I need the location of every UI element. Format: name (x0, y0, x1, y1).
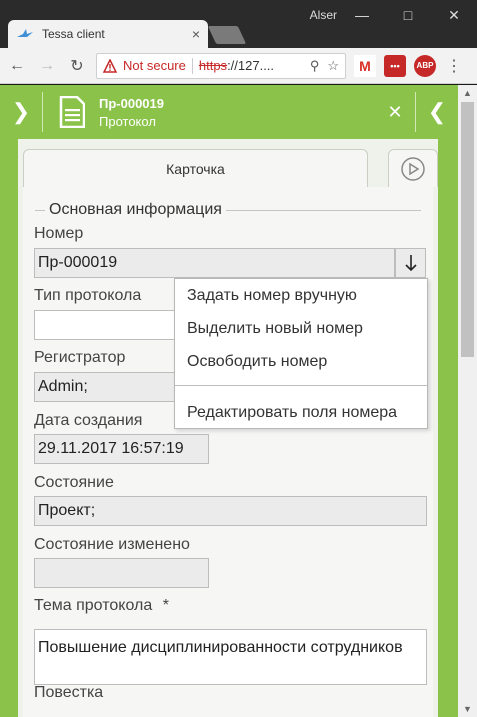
header-divider (42, 92, 43, 132)
card-tabs: Карточка (23, 149, 454, 187)
window-user-name[interactable]: Alser (310, 8, 337, 22)
url-separator (191, 57, 193, 74)
topic-field[interactable]: Повышение дисциплинированности сотрудник… (34, 629, 427, 685)
extension-icon[interactable]: ••• (384, 54, 406, 77)
tab-close-icon[interactable]: × (192, 26, 200, 42)
document-icon (59, 96, 85, 128)
adblock-icon[interactable]: ABP (414, 54, 436, 77)
url-host: ://127.... (227, 58, 275, 73)
menu-divider (175, 385, 427, 386)
number-label: Номер (34, 225, 84, 242)
state-label: Состояние (34, 474, 114, 491)
scrollbar-thumb[interactable] (461, 102, 474, 357)
expand-right-panel-icon[interactable]: ❮ (416, 85, 458, 139)
minimize-icon[interactable]: — (339, 0, 385, 30)
forward-icon[interactable]: → (34, 53, 60, 79)
menu-item-release-number[interactable]: Освободить номер (187, 353, 327, 371)
zoom-icon[interactable]: ⚲ (310, 58, 320, 74)
scroll-down-arrow-icon[interactable]: ▼ (458, 701, 477, 717)
topic-label: Тема протокола * (34, 597, 169, 615)
card-header: ❯ Пр-000019 Протокол ✕ ❮ (0, 85, 458, 139)
back-icon[interactable]: ← (4, 53, 30, 79)
state-field[interactable]: Проект; (34, 496, 427, 526)
agenda-label: Повестка (34, 684, 104, 701)
protocol-type-label: Тип протокола (34, 287, 142, 304)
not-secure-label: Not secure (123, 58, 186, 73)
registrar-label: Регистратор (34, 349, 126, 366)
card-number: Пр-000019 (99, 95, 164, 111)
number-field[interactable]: Пр-000019 (34, 248, 395, 278)
url-input[interactable]: Not secure https ://127.... ⚲ ☆ (96, 52, 346, 79)
topic-label-text: Тема протокола (34, 597, 153, 614)
reload-icon[interactable]: ↻ (64, 53, 90, 79)
state-changed-label: Состояние изменено (34, 536, 190, 553)
maximize-icon[interactable]: □ (385, 0, 431, 30)
section-main-info: Основная информация (35, 201, 421, 219)
created-field[interactable]: 29.11.2017 16:57:19 (34, 434, 209, 464)
gmail-icon[interactable]: M (354, 54, 376, 77)
scroll-up-arrow-icon[interactable]: ▲ (458, 85, 477, 101)
required-mark: * (162, 597, 169, 614)
warning-icon (103, 58, 117, 73)
browser-menu-icon[interactable]: ⋮ (446, 56, 462, 76)
number-actions-menu: Задать номер вручную Выделить новый номе… (174, 278, 428, 429)
tab-title: Tessa client (42, 27, 105, 41)
play-icon (401, 156, 425, 181)
address-bar: ← → ↻ Not secure https ://127.... ⚲ ☆ M … (0, 48, 477, 84)
browser-tab[interactable]: Tessa client × (8, 20, 208, 48)
created-label: Дата создания (34, 412, 143, 429)
window-close-icon[interactable]: ✕ (431, 0, 477, 30)
url-scheme: https (198, 58, 228, 73)
menu-item-set-number-manually[interactable]: Задать номер вручную (187, 287, 357, 305)
bookmark-star-icon[interactable]: ☆ (327, 58, 339, 74)
number-actions-button[interactable] (395, 248, 426, 278)
expand-left-panel-icon[interactable]: ❯ (0, 85, 42, 139)
arrow-down-icon (404, 255, 417, 272)
menu-item-allocate-new-number[interactable]: Выделить новый номер (187, 320, 363, 338)
close-card-icon[interactable]: ✕ (375, 102, 415, 123)
tessa-bird-icon (17, 29, 33, 37)
browser-titlebar: Tessa client × Alser — □ ✕ (0, 0, 477, 48)
section-title: Основная информация (49, 201, 222, 218)
tab-card[interactable]: Карточка (23, 149, 368, 187)
card-type: Протокол (99, 113, 156, 129)
page-scrollbar[interactable]: ▲ ▼ (458, 85, 477, 717)
state-changed-field[interactable] (34, 558, 209, 588)
menu-item-edit-number-fields[interactable]: Редактировать поля номера (187, 404, 397, 422)
tab-tasks[interactable] (388, 149, 438, 187)
new-tab-button[interactable] (207, 26, 247, 44)
card-form: Основная информация Номер Пр-000019 Тип … (23, 187, 433, 717)
